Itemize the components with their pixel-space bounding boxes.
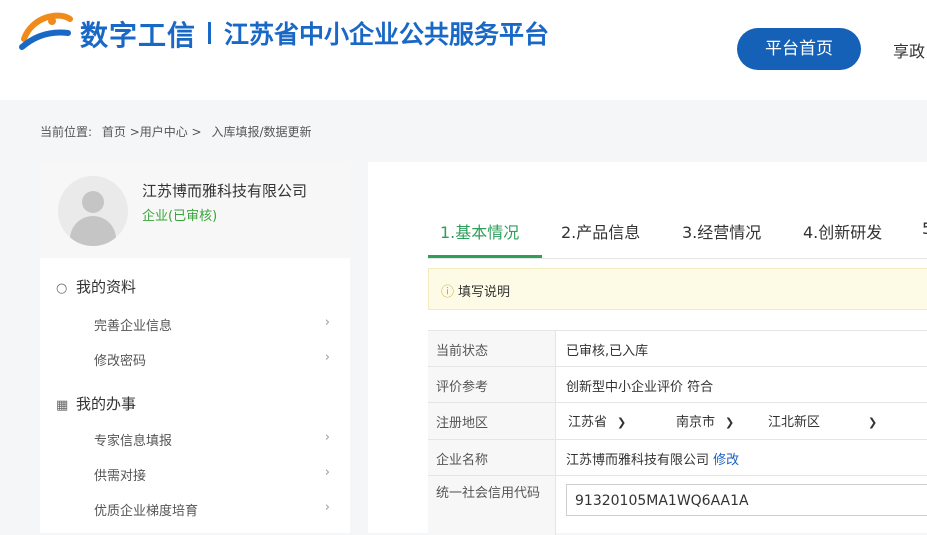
avatar-head xyxy=(82,191,104,213)
breadcrumb-current: 入库填报/数据更新 xyxy=(211,125,312,139)
chevron-right-icon: › xyxy=(324,350,330,365)
tab-next[interactable]: 5 xyxy=(922,219,927,238)
chevron-right-icon: › xyxy=(324,430,330,445)
main-panel: 1.基本情况 2.产品信息 3.经营情况 4.创新研发 5 ⓘ填写说明 当前状态… xyxy=(368,162,927,535)
field-label: 注册地区 xyxy=(428,403,556,439)
section-my-profile: ○ 我的资料 xyxy=(56,276,136,297)
active-tab-underline xyxy=(428,255,542,258)
company-name-value: 江苏博而雅科技有限公司 修改 xyxy=(566,453,740,468)
sidebar-item-expert-info[interactable]: 专家信息填报 › xyxy=(94,430,330,449)
breadcrumb-path[interactable]: 首页 >用户中心 > xyxy=(102,125,202,139)
chevron-down-icon: ❯ xyxy=(868,416,878,429)
notice-label: 填写说明 xyxy=(458,285,511,300)
row-current-status: 当前状态 已审核,已入库 xyxy=(428,330,927,366)
row-evaluation: 评价参考 创新型中小企业评价 符合 xyxy=(428,366,927,402)
field-label: 当前状态 xyxy=(428,331,556,366)
evaluation-link[interactable]: 创新型中小企业评价 符合 xyxy=(566,376,713,395)
row-region: 注册地区 江苏省 ❯ 南京市 ❯ 江北新区 ❯ xyxy=(428,402,927,439)
edit-name-link[interactable]: 修改 xyxy=(713,453,739,468)
chevron-right-icon: › xyxy=(324,500,330,515)
sidebar-item-label: 修改密码 xyxy=(94,354,147,369)
tab-basic-info[interactable]: 1.基本情况 xyxy=(440,219,519,243)
chevron-right-icon: › xyxy=(324,465,330,480)
info-icon: ⓘ xyxy=(441,285,455,300)
sidebar-item-change-password[interactable]: 修改密码 › xyxy=(94,350,330,369)
section-my-affairs: ▦ 我的办事 xyxy=(56,393,136,414)
chevron-down-icon: ❯ xyxy=(617,416,627,429)
credit-code-input[interactable]: 91320105MA1WQ6AA1A xyxy=(566,484,927,516)
top-header: 数字工信 江苏省中小企业公共服务平台 平台首页 享政 xyxy=(0,0,927,100)
tab-operations[interactable]: 3.经营情况 xyxy=(682,219,761,243)
company-name: 江苏博而雅科技有限公司 xyxy=(142,182,308,200)
sidebar-item-quality-cultivation[interactable]: 优质企业梯度培育 › xyxy=(94,500,330,519)
sidebar: 江苏博而雅科技有限公司 企业(已审核) ○ 我的资料 完善企业信息 › 修改密码 … xyxy=(40,162,350,533)
chevron-down-icon: ❯ xyxy=(725,416,735,429)
user-icon: ○ xyxy=(56,281,68,296)
brand-title: 数字工信 xyxy=(80,19,197,52)
chevron-right-icon: › xyxy=(324,315,330,330)
profile-card: 江苏博而雅科技有限公司 企业(已审核) xyxy=(40,162,350,258)
calendar-icon: ▦ xyxy=(56,398,69,413)
company-status: 企业(已审核) xyxy=(142,209,218,224)
tab-innovation[interactable]: 4.创新研发 xyxy=(803,219,882,243)
row-credit-code: 统一社会信用代码 91320105MA1WQ6AA1A xyxy=(428,475,927,535)
logo-icon xyxy=(19,12,73,50)
form-tabs: 1.基本情况 2.产品信息 3.经营情况 4.创新研发 5 xyxy=(428,214,927,259)
field-label: 企业名称 xyxy=(428,440,556,475)
district-select[interactable]: 江北新区 ❯ xyxy=(768,411,877,430)
row-company-name: 企业名称 江苏博而雅科技有限公司 修改 xyxy=(428,439,927,475)
nav-home-button[interactable]: 平台首页 xyxy=(737,28,861,70)
notice-text: ⓘ 填写说明 xyxy=(441,281,510,300)
field-label: 评价参考 xyxy=(428,367,556,402)
province-select[interactable]: 江苏省 ❯ xyxy=(568,411,626,430)
section-title: 我的办事 xyxy=(76,395,137,413)
avatar-body xyxy=(70,216,116,246)
platform-title: 江苏省中小企业公共服务平台 xyxy=(224,20,550,49)
breadcrumb: 当前位置: 首页 >用户中心 > 入库填报/数据更新 xyxy=(40,123,318,140)
current-status-value: 已审核,已入库 xyxy=(566,344,649,359)
sidebar-item-label: 供需对接 xyxy=(94,469,147,484)
sidebar-item-label: 专家信息填报 xyxy=(94,434,173,449)
breadcrumb-prefix: 当前位置: xyxy=(40,125,93,139)
nav-policy-link[interactable]: 享政 xyxy=(893,38,925,62)
city-select[interactable]: 南京市 ❯ xyxy=(676,411,734,430)
sidebar-item-label: 优质企业梯度培育 xyxy=(94,504,199,519)
tab-product-info[interactable]: 2.产品信息 xyxy=(561,219,640,243)
sidebar-item-label: 完善企业信息 xyxy=(94,319,173,334)
section-title: 我的资料 xyxy=(76,278,137,296)
fill-instructions-banner[interactable]: ⓘ 填写说明 xyxy=(428,268,927,310)
field-label: 统一社会信用代码 xyxy=(428,476,556,535)
avatar xyxy=(58,176,128,246)
sidebar-item-complete-info[interactable]: 完善企业信息 › xyxy=(94,315,330,334)
header-divider xyxy=(208,22,211,44)
sidebar-item-supply-demand[interactable]: 供需对接 › xyxy=(94,465,330,484)
